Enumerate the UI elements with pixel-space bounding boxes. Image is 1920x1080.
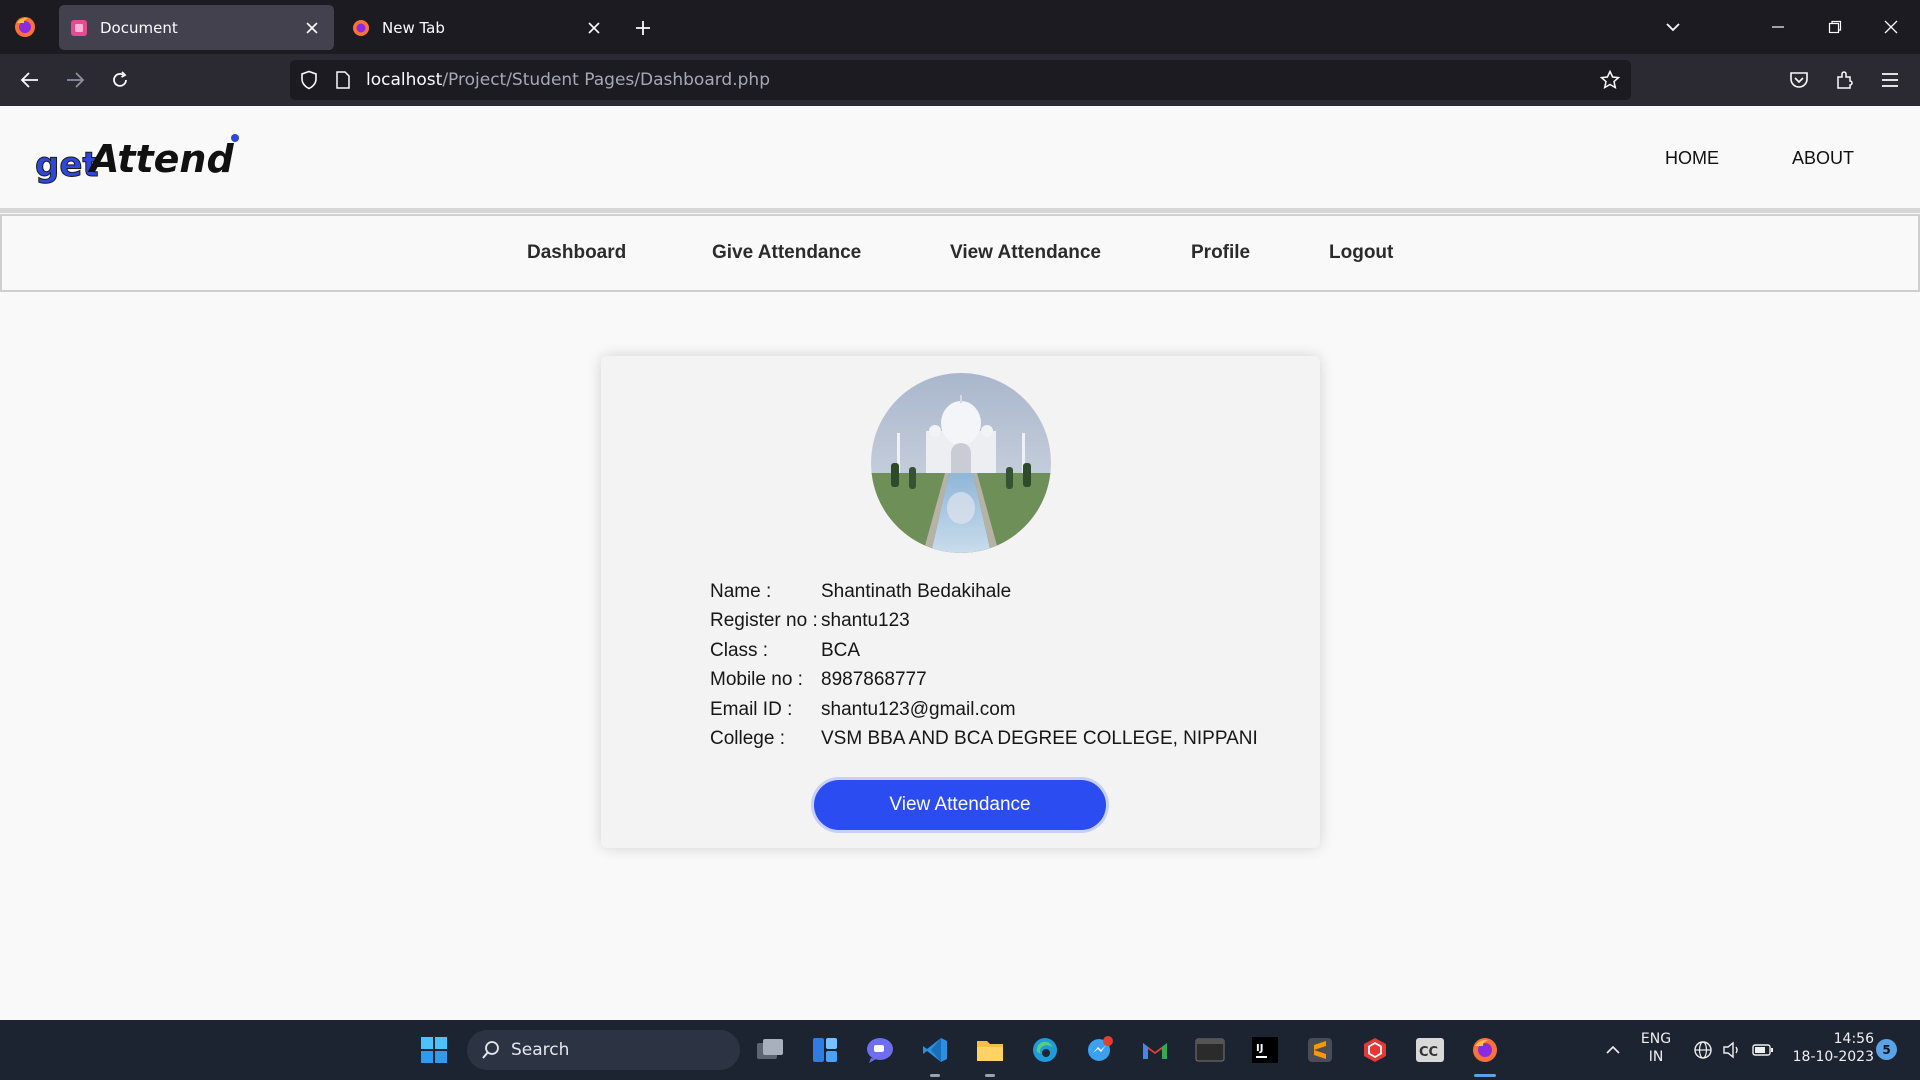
detail-row-register-no: Register no : shantu123 bbox=[710, 607, 1258, 637]
detail-value: shantu123@gmail.com bbox=[821, 698, 1016, 720]
reload-icon[interactable] bbox=[103, 63, 137, 97]
notification-badge[interactable]: 5 bbox=[1876, 1039, 1897, 1060]
tab-document[interactable]: Document bbox=[59, 5, 334, 50]
detail-row-name: Name : Shantinath Bedakihale bbox=[710, 577, 1258, 607]
browser-nav-bar: localhost/Project/Student Pages/Dashboar… bbox=[0, 54, 1920, 106]
detail-label: Email ID : bbox=[710, 698, 793, 720]
task-view-icon[interactable] bbox=[753, 1033, 787, 1067]
svg-text:IJ: IJ bbox=[1256, 1043, 1263, 1054]
detail-row-college: College : VSM BBA AND BCA DEGREE COLLEGE… bbox=[710, 725, 1258, 755]
language-indicator[interactable]: ENG IN bbox=[1636, 1030, 1676, 1066]
extensions-puzzle-icon[interactable] bbox=[1828, 63, 1862, 97]
detail-label: Class : bbox=[710, 639, 769, 661]
active-app-indicator bbox=[1474, 1074, 1496, 1077]
teams-chat-icon[interactable] bbox=[863, 1033, 897, 1067]
header-divider bbox=[0, 208, 1920, 213]
show-hidden-icons-chevron-up-icon[interactable] bbox=[1596, 1033, 1630, 1067]
url-text: localhost/Project/Student Pages/Dashboar… bbox=[366, 70, 770, 90]
profile-card: Name : Shantinath Bedakihale Register no… bbox=[601, 356, 1320, 848]
url-host: localhost bbox=[366, 70, 443, 90]
pocket-icon[interactable] bbox=[1782, 63, 1816, 97]
document-favicon-icon bbox=[70, 19, 88, 37]
url-path: /Project/Student Pages/Dashboard.php bbox=[442, 70, 770, 90]
messenger-icon[interactable] bbox=[1083, 1033, 1117, 1067]
menu-give-attendance[interactable]: Give Attendance bbox=[712, 242, 861, 264]
taskbar-search-box[interactable]: Search bbox=[467, 1030, 740, 1070]
close-window-icon[interactable] bbox=[1874, 10, 1908, 44]
list-all-tabs-chevron-down-icon[interactable] bbox=[1656, 10, 1690, 44]
address-bar[interactable]: localhost/Project/Student Pages/Dashboar… bbox=[290, 60, 1631, 100]
battery-icon[interactable] bbox=[1746, 1033, 1780, 1067]
close-tab-icon[interactable] bbox=[580, 14, 608, 42]
firefox-favicon-icon bbox=[352, 19, 370, 37]
detail-label: Mobile no : bbox=[710, 669, 803, 691]
detail-value: VSM BBA AND BCA DEGREE COLLEGE, NIPPANI bbox=[821, 728, 1258, 750]
svg-text:CC: CC bbox=[1419, 1045, 1438, 1060]
detail-row-mobile-no: Mobile no : 8987868777 bbox=[710, 666, 1258, 696]
bookmark-star-icon[interactable] bbox=[1599, 69, 1621, 91]
web-page: get Attend HOME ABOUT Dashboard Give Att… bbox=[0, 106, 1920, 1020]
app-shield-icon[interactable] bbox=[1358, 1033, 1392, 1067]
region-code: IN bbox=[1648, 1049, 1664, 1065]
menu-logout[interactable]: Logout bbox=[1329, 242, 1393, 264]
clock-time: 14:56 bbox=[1833, 1031, 1874, 1047]
clock-date: 18-10-2023 bbox=[1792, 1049, 1874, 1065]
minimize-icon[interactable] bbox=[1761, 10, 1795, 44]
profile-avatar bbox=[871, 373, 1051, 553]
language-code: ENG bbox=[1640, 1031, 1672, 1047]
search-icon bbox=[481, 1040, 501, 1060]
student-details: Name : Shantinath Bedakihale Register no… bbox=[710, 577, 1258, 754]
detail-value: Shantinath Bedakihale bbox=[821, 580, 1012, 602]
detail-row-email: Email ID : shantu123@gmail.com bbox=[710, 695, 1258, 725]
page-info-icon[interactable] bbox=[332, 69, 354, 91]
tab-new-tab[interactable]: New Tab bbox=[341, 5, 616, 50]
clock[interactable]: 14:56 18-10-2023 bbox=[1784, 1030, 1874, 1066]
vscode-icon[interactable] bbox=[918, 1033, 952, 1067]
detail-label: Name : bbox=[710, 580, 772, 602]
windows-start-icon[interactable] bbox=[417, 1033, 451, 1067]
forward-arrow-icon[interactable] bbox=[58, 63, 92, 97]
sublime-text-icon[interactable] bbox=[1303, 1033, 1337, 1067]
widgets-icon[interactable] bbox=[808, 1033, 842, 1067]
detail-value: 8987868777 bbox=[821, 669, 927, 691]
detail-value: shantu123 bbox=[821, 610, 910, 632]
nav-about-link[interactable]: ABOUT bbox=[1792, 148, 1854, 169]
detail-row-class: Class : BCA bbox=[710, 636, 1258, 666]
edge-browser-icon[interactable] bbox=[1028, 1033, 1062, 1067]
menu-dashboard[interactable]: Dashboard bbox=[527, 242, 626, 264]
close-tab-icon[interactable] bbox=[298, 14, 326, 42]
running-indicator bbox=[985, 1074, 995, 1077]
browser-tab-bar: Document New Tab bbox=[0, 0, 1920, 54]
creative-cloud-icon[interactable]: CC bbox=[1413, 1033, 1447, 1067]
firefox-taskbar-icon[interactable] bbox=[1468, 1033, 1502, 1067]
file-explorer-icon[interactable] bbox=[973, 1033, 1007, 1067]
new-tab-plus-icon[interactable] bbox=[629, 14, 657, 42]
tab-title: New Tab bbox=[382, 18, 445, 37]
detail-value: BCA bbox=[821, 639, 861, 661]
windows-taskbar: Search IJ CC ENG IN 14:56 18-10-2023 5 bbox=[0, 1020, 1920, 1080]
student-menu-bar: Dashboard Give Attendance View Attendanc… bbox=[0, 214, 1920, 292]
detail-label: Register no : bbox=[710, 610, 818, 632]
nav-home-link[interactable]: HOME bbox=[1665, 148, 1719, 169]
volume-speaker-icon[interactable] bbox=[1715, 1033, 1749, 1067]
terminal-icon[interactable] bbox=[1193, 1033, 1227, 1067]
site-header: get Attend HOME ABOUT bbox=[0, 106, 1920, 210]
getattend-logo[interactable]: get Attend bbox=[35, 126, 245, 186]
menu-view-attendance[interactable]: View Attendance bbox=[950, 242, 1101, 264]
menu-profile[interactable]: Profile bbox=[1191, 242, 1250, 264]
taj-mahal-photo bbox=[871, 373, 1051, 553]
jetbrains-icon[interactable]: IJ bbox=[1248, 1033, 1282, 1067]
logo-part-attend: Attend bbox=[87, 137, 234, 181]
running-indicator bbox=[930, 1074, 940, 1077]
detail-label: College : bbox=[710, 728, 785, 750]
view-attendance-button[interactable]: View Attendance bbox=[814, 780, 1106, 830]
restore-icon[interactable] bbox=[1818, 10, 1852, 44]
search-label: Search bbox=[511, 1040, 570, 1060]
hamburger-menu-icon[interactable] bbox=[1873, 63, 1907, 97]
back-arrow-icon[interactable] bbox=[13, 63, 47, 97]
gmail-icon[interactable] bbox=[1138, 1033, 1172, 1067]
firefox-menu-icon[interactable] bbox=[12, 14, 38, 40]
tab-title: Document bbox=[100, 18, 178, 37]
shield-icon[interactable] bbox=[298, 69, 320, 91]
